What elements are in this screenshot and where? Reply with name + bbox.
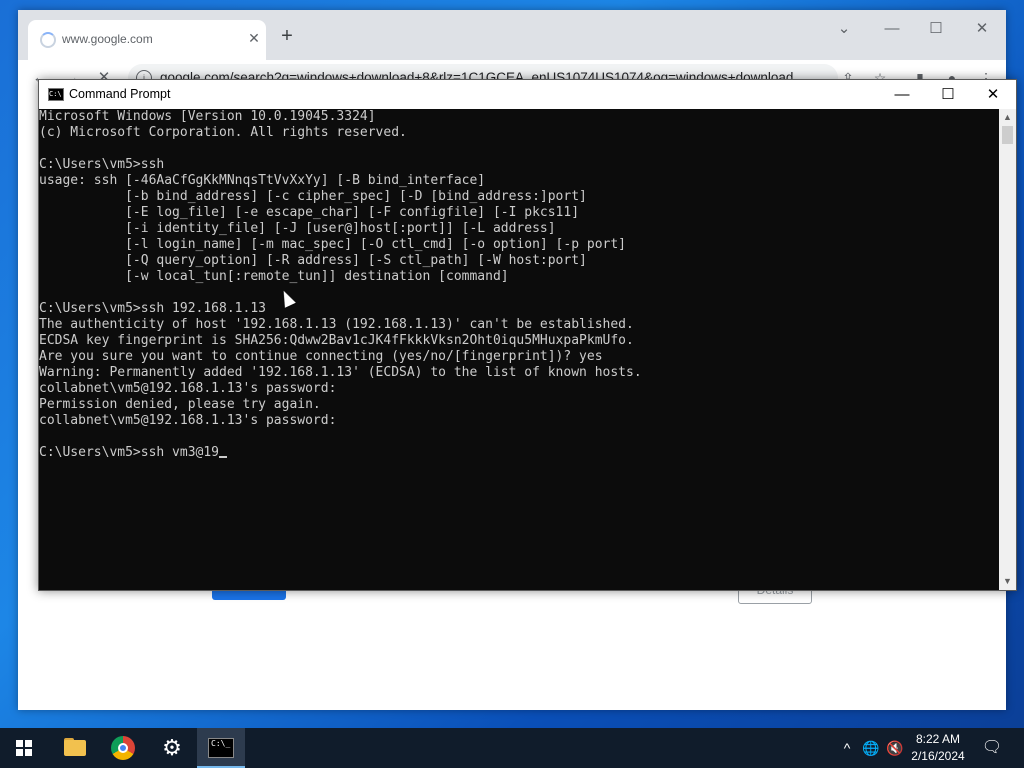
console-line: Are you sure you want to continue connec…: [39, 349, 603, 364]
gear-icon: ⚙: [162, 735, 182, 760]
console-line: [-i identity_file] [-J [user@]host[:port…: [39, 221, 556, 236]
chrome-minimize-button[interactable]: —: [870, 14, 914, 44]
cmd-minimize-button[interactable]: —: [879, 80, 925, 109]
console-line: [-b bind_address] [-c cipher_spec] [-D […: [39, 189, 587, 204]
console-line: [-w local_tun[:remote_tun]] destination …: [39, 269, 509, 284]
windows-logo-icon: [16, 740, 32, 756]
tab-search-icon[interactable]: ⌄: [822, 14, 866, 44]
settings-taskbar-button[interactable]: ⚙: [148, 728, 196, 768]
console-line: [-l login_name] [-m mac_spec] [-O ctl_cm…: [39, 237, 626, 252]
cmd-maximize-button[interactable]: ☐: [925, 80, 971, 109]
chrome-taskbar-button[interactable]: [99, 728, 147, 768]
chrome-close-button[interactable]: ✕: [960, 14, 1004, 44]
new-tab-button[interactable]: +: [274, 24, 300, 50]
console-line: Warning: Permanently added '192.168.1.13…: [39, 365, 642, 380]
terminal-icon: C:\_: [208, 738, 234, 758]
tray-chevron-up-icon[interactable]: ^: [838, 728, 856, 768]
chrome-maximize-button[interactable]: ☐: [914, 14, 958, 44]
chrome-icon-center: [118, 743, 128, 753]
file-explorer-button[interactable]: [50, 728, 98, 768]
chrome-tab-strip: www.google.com ✕ + ⌄ — ☐ ✕: [18, 10, 1006, 60]
loading-spinner-icon: [40, 32, 56, 48]
clock-date: 2/16/2024: [911, 749, 965, 763]
tab-close-icon[interactable]: ✕: [244, 28, 264, 48]
cmd-scrollbar[interactable]: ▲ ▼: [999, 109, 1016, 590]
cmd-taskbar-button[interactable]: C:\_: [197, 728, 245, 768]
clock-time: 8:22 AM: [915, 732, 961, 746]
scrollbar-thumb[interactable]: [1002, 126, 1013, 144]
console-line: collabnet\vm5@192.168.1.13's password:: [39, 413, 337, 428]
console-prompt-line[interactable]: C:\Users\vm5>ssh vm3@19: [39, 445, 999, 461]
network-globe-icon[interactable]: 🌐: [860, 728, 882, 768]
scroll-down-icon[interactable]: ▼: [999, 573, 1016, 590]
console-line: C:\Users\vm5>ssh: [39, 157, 165, 172]
cmd-close-button[interactable]: ✕: [970, 80, 1016, 109]
console-line: collabnet\vm5@192.168.1.13's password:: [39, 381, 337, 396]
console-line: Permission denied, please try again.: [39, 397, 321, 412]
console-line: [-Q query_option] [-R address] [-S ctl_p…: [39, 253, 587, 268]
console-line: [-E log_file] [-e escape_char] [-F confi…: [39, 205, 580, 220]
cmd-app-icon: C:\: [48, 88, 64, 101]
console-line: Microsoft Windows [Version 10.0.19045.33…: [39, 109, 376, 124]
notification-icon[interactable]: 🗨: [980, 728, 1004, 768]
console-output[interactable]: Microsoft Windows [Version 10.0.19045.33…: [39, 109, 999, 590]
scroll-up-icon[interactable]: ▲: [999, 109, 1016, 126]
console-line: The authenticity of host '192.168.1.13 (…: [39, 317, 634, 332]
text-cursor: [219, 456, 228, 458]
command-prompt-window: C:\ Command Prompt — ☐ ✕ Microsoft Windo…: [38, 79, 1017, 591]
cmd-window-title: Command Prompt: [69, 87, 171, 101]
system-clock[interactable]: 8:22 AM 2/16/2024: [902, 731, 974, 765]
console-line: ECDSA key fingerprint is SHA256:Qdww2Bav…: [39, 333, 634, 348]
console-current-input[interactable]: C:\Users\vm5>ssh vm3@19: [39, 445, 219, 460]
console-line: (c) Microsoft Corporation. All rights re…: [39, 125, 407, 140]
browser-tab[interactable]: www.google.com ✕: [28, 20, 266, 60]
console-line: usage: ssh [-46AaCfGgKkMNnqsTtVvXxYy] [-…: [39, 173, 486, 188]
folder-icon: [64, 740, 86, 756]
console-line: C:\Users\vm5>ssh 192.168.1.13: [39, 301, 266, 316]
taskbar: ⚙ C:\_ ^ 🌐 🔇 8:22 AM 2/16/2024 🗨: [0, 728, 1024, 768]
start-button[interactable]: [0, 728, 48, 768]
chrome-icon: [111, 736, 135, 760]
cmd-title-bar[interactable]: C:\ Command Prompt — ☐ ✕: [39, 80, 1016, 109]
tab-title: www.google.com: [62, 32, 153, 46]
